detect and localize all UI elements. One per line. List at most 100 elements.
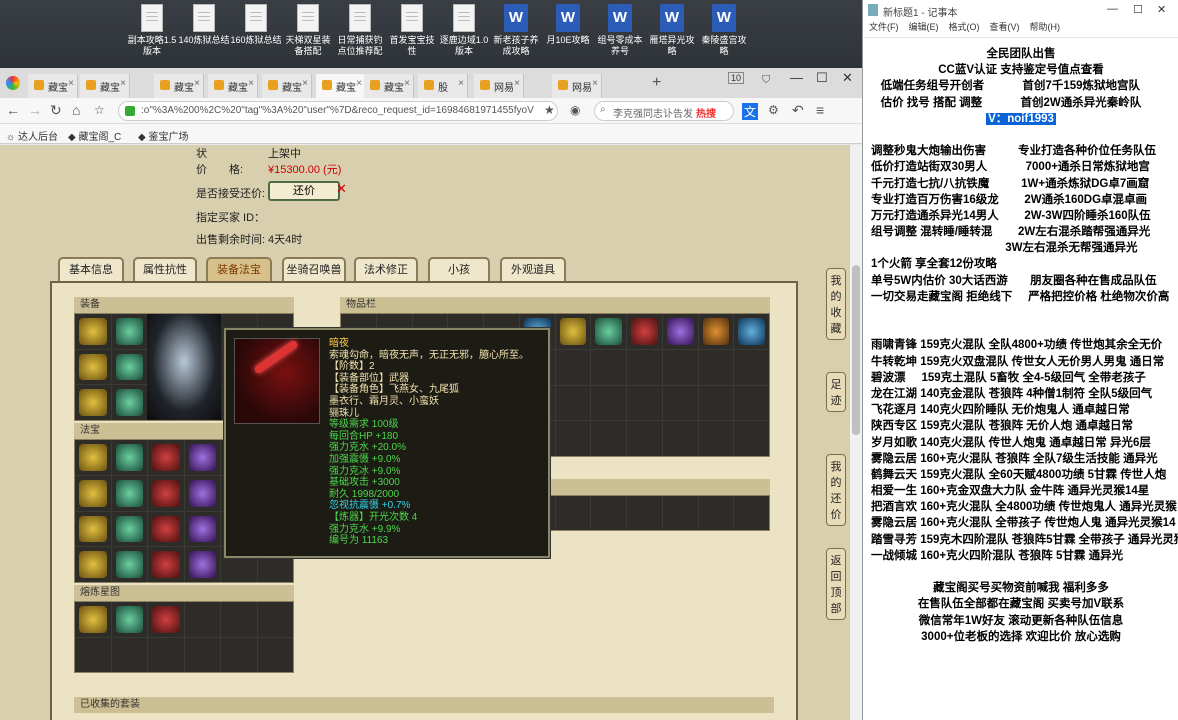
item-slot[interactable]: [184, 547, 220, 582]
scrollbar-thumb[interactable]: [852, 265, 860, 435]
item-slot[interactable]: [555, 314, 591, 349]
star-outline-icon[interactable]: ☆: [94, 103, 105, 117]
item-slot[interactable]: [75, 475, 111, 511]
notepad-menu-item[interactable]: 文件(F): [869, 22, 899, 32]
item-slot[interactable]: [75, 440, 111, 475]
back-icon[interactable]: ←: [6, 102, 20, 118]
undo-icon[interactable]: ↶: [792, 102, 804, 119]
search-input[interactable]: ⌕ 李克强同志讣告发 热搜: [594, 101, 734, 121]
close-button[interactable]: ✕: [842, 70, 853, 86]
item-slot[interactable]: [627, 349, 662, 385]
browser-tab[interactable]: 藏宝 ×: [154, 74, 204, 98]
tab-close-icon[interactable]: ×: [514, 78, 520, 89]
tab-close-icon[interactable]: ×: [356, 78, 362, 89]
item-slot[interactable]: [734, 421, 769, 456]
browser-tab[interactable]: 网易 ×: [474, 74, 524, 98]
item-slot[interactable]: [148, 475, 184, 511]
item-slot[interactable]: [257, 637, 293, 672]
item-slot[interactable]: [662, 496, 698, 530]
item-slot[interactable]: [662, 421, 698, 456]
item-slot[interactable]: [627, 496, 662, 530]
bookmark-star-icon[interactable]: ★: [544, 103, 555, 117]
item-slot[interactable]: [698, 314, 734, 349]
browser-tab[interactable]: 藏宝 ×: [262, 74, 312, 98]
item-slot[interactable]: [734, 496, 769, 530]
maximize-button[interactable]: ☐: [816, 70, 828, 86]
close-x-icon[interactable]: ✕: [336, 181, 347, 197]
desktop-icon[interactable]: W 组号零成本 养号: [594, 4, 646, 57]
tab-close-icon[interactable]: ×: [302, 78, 308, 89]
desktop-icon[interactable]: 140炼狱总结: [178, 4, 230, 46]
item-slot[interactable]: [111, 637, 147, 672]
nav-tab[interactable]: 坐骑召唤兽: [282, 257, 346, 283]
item-slot[interactable]: [734, 314, 769, 349]
nav-tab[interactable]: 属性抗性: [133, 257, 197, 283]
item-slot[interactable]: [662, 349, 698, 385]
item-slot[interactable]: [75, 385, 111, 420]
browser-tab[interactable]: 藏宝 ×: [316, 74, 366, 98]
desktop-icon[interactable]: W 秦陵盛宫攻 略: [698, 4, 750, 57]
bookmark-item[interactable]: ◆ 鉴宝广场: [138, 128, 188, 143]
item-slot[interactable]: [698, 496, 734, 530]
desktop-icon[interactable]: 副本攻略1.5 版本: [126, 4, 178, 57]
hot-search-badge[interactable]: 热搜: [696, 109, 716, 120]
item-slot[interactable]: [555, 349, 591, 385]
nav-tab[interactable]: 装备法宝: [206, 257, 272, 283]
browser-tab[interactable]: 网易 ×: [552, 74, 602, 98]
item-slot[interactable]: [111, 349, 147, 385]
item-slot[interactable]: [555, 421, 591, 456]
item-slot[interactable]: [698, 349, 734, 385]
item-slot[interactable]: [148, 511, 184, 547]
item-slot[interactable]: [184, 602, 220, 637]
item-slot[interactable]: [75, 349, 111, 385]
item-slot[interactable]: [184, 475, 220, 511]
item-slot[interactable]: [734, 349, 769, 385]
side-button[interactable]: 返 回 顶 部: [826, 548, 846, 620]
item-slot[interactable]: [148, 602, 184, 637]
translate-icon[interactable]: 文: [742, 103, 759, 120]
tab-close-icon[interactable]: ×: [592, 78, 598, 89]
item-slot[interactable]: [221, 637, 257, 672]
browser-tab[interactable]: 股 ×: [418, 74, 468, 98]
item-slot[interactable]: [148, 637, 184, 672]
item-slot[interactable]: [111, 385, 147, 420]
item-slot[interactable]: [698, 385, 734, 421]
home-icon[interactable]: ⌂: [72, 102, 80, 118]
bookmark-item[interactable]: ☼ 达人后台: [6, 128, 58, 143]
tab-close-icon[interactable]: ×: [248, 78, 254, 89]
item-slot[interactable]: [698, 421, 734, 456]
item-slot[interactable]: [184, 637, 220, 672]
item-slot[interactable]: [591, 421, 626, 456]
account-icon[interactable]: ◉: [570, 103, 580, 117]
notepad-close-button[interactable]: ✕: [1157, 3, 1166, 16]
item-slot[interactable]: [111, 511, 147, 547]
browser-tab[interactable]: 藏宝 ×: [208, 74, 258, 98]
tab-close-icon[interactable]: ×: [404, 78, 410, 89]
item-slot[interactable]: [75, 511, 111, 547]
item-slot[interactable]: [184, 440, 220, 475]
desktop-icon[interactable]: 逐鹿边域1.0 版本: [438, 4, 490, 57]
forward-icon[interactable]: →: [28, 102, 42, 118]
item-slot[interactable]: [111, 475, 147, 511]
notepad-menu-item[interactable]: 格式(O): [949, 22, 980, 32]
desktop-icon[interactable]: W 新老孩子养 成攻略: [490, 4, 542, 57]
notepad-menu-item[interactable]: 编辑(E): [909, 22, 939, 32]
menu-icon[interactable]: ≡: [816, 102, 824, 118]
tab-close-icon[interactable]: ×: [458, 78, 464, 89]
notepad-text-area[interactable]: 全民团队出售 CC蓝V认证 支持鉴定号值点查看 低端任务组号开创者 首创7千159…: [871, 46, 1178, 645]
item-slot[interactable]: [184, 511, 220, 547]
item-slot[interactable]: [148, 547, 184, 582]
item-slot[interactable]: [555, 385, 591, 421]
counteroffer-button[interactable]: 还价: [268, 181, 340, 201]
item-slot[interactable]: [75, 314, 111, 349]
tshirt-icon[interactable]: ⛉: [762, 74, 770, 87]
nav-tab[interactable]: 法术修正: [354, 257, 418, 283]
browser-tab[interactable]: 藏宝 ×: [364, 74, 414, 98]
desktop-icon[interactable]: 日常捕获钓 点位推荐配: [334, 4, 386, 57]
item-slot[interactable]: [662, 385, 698, 421]
scrollbar[interactable]: [850, 145, 862, 720]
browser-tab[interactable]: 藏宝 ×: [80, 74, 130, 98]
side-button[interactable]: 足 迹: [826, 372, 846, 412]
item-slot[interactable]: [111, 314, 147, 349]
item-slot[interactable]: [111, 602, 147, 637]
